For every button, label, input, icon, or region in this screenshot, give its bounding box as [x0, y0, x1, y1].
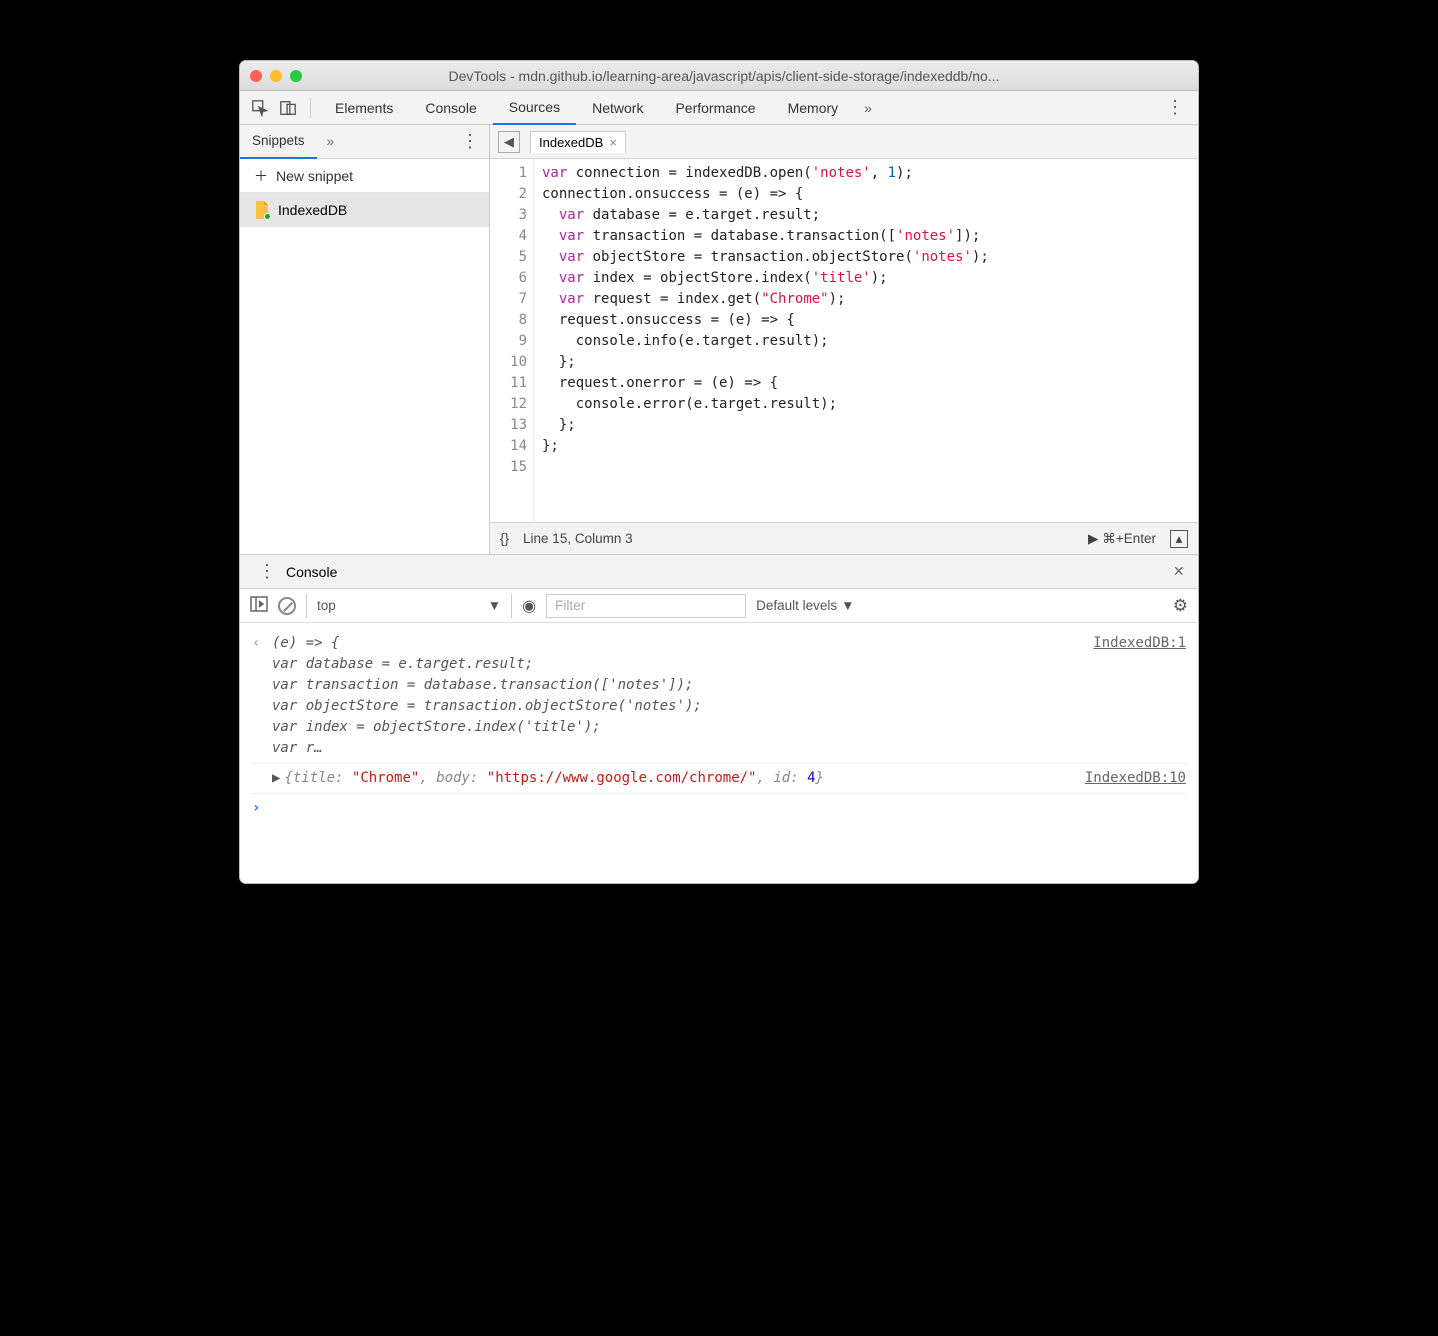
drawer-menu-icon[interactable]: ⋮ — [248, 561, 286, 582]
snippets-tab[interactable]: Snippets — [240, 125, 317, 159]
tab-sources[interactable]: Sources — [493, 91, 576, 125]
device-toggle-icon[interactable] — [274, 94, 302, 122]
zoom-window-button[interactable] — [290, 70, 302, 82]
run-snippet-button[interactable]: ▶ ⌘+Enter — [1088, 531, 1156, 547]
new-snippet-button[interactable]: ＋ New snippet — [240, 159, 489, 193]
log-levels-selector[interactable]: Default levels ▼ — [756, 598, 854, 613]
log-levels-label: Default levels — [756, 598, 837, 613]
nav-back-button[interactable]: ◀ — [498, 131, 520, 153]
play-icon: ▶ — [1088, 531, 1098, 547]
traffic-lights — [250, 70, 302, 82]
code-area[interactable]: var connection = indexedDB.open('notes',… — [534, 159, 1198, 522]
tab-console[interactable]: Console — [409, 91, 492, 125]
drawer-tab-console[interactable]: Console — [286, 564, 337, 580]
navigator-menu-icon[interactable]: ⋮ — [451, 131, 489, 152]
console-messages[interactable]: ‹(e) => { var database = e.target.result… — [240, 623, 1198, 883]
live-expression-icon[interactable]: ◉ — [522, 596, 536, 616]
new-snippet-label: New snippet — [276, 168, 353, 184]
console-settings-icon[interactable]: ⚙ — [1173, 596, 1188, 616]
devtools-window: DevTools - mdn.github.io/learning-area/j… — [239, 60, 1199, 884]
editor-status-bar: {} Line 15, Column 3 ▶ ⌘+Enter ▴ — [490, 522, 1198, 554]
dropdown-icon: ▼ — [841, 598, 854, 613]
run-shortcut-label: ⌘+Enter — [1102, 531, 1156, 547]
titlebar: DevTools - mdn.github.io/learning-area/j… — [240, 61, 1198, 91]
cursor-position: Line 15, Column 3 — [523, 531, 633, 546]
snippet-file-item[interactable]: IndexedDB — [240, 193, 489, 227]
close-tab-icon[interactable]: × — [609, 135, 617, 150]
tab-memory[interactable]: Memory — [772, 91, 855, 125]
snippet-file-label: IndexedDB — [278, 202, 347, 218]
inspect-icon[interactable] — [246, 94, 274, 122]
tab-performance[interactable]: Performance — [659, 91, 771, 125]
window-title: DevTools - mdn.github.io/learning-area/j… — [310, 68, 1188, 84]
editor-file-tab[interactable]: IndexedDB × — [530, 131, 626, 153]
dropdown-icon: ▼ — [488, 598, 501, 613]
tab-elements[interactable]: Elements — [319, 91, 409, 125]
main-tabbar: Elements Console Sources Network Perform… — [240, 91, 1198, 125]
clear-console-icon[interactable] — [278, 597, 296, 615]
plus-icon: ＋ — [254, 166, 268, 186]
editor-tabbar: ◀ IndexedDB × — [490, 125, 1198, 159]
navigator-overflow-icon[interactable]: » — [317, 134, 345, 149]
sources-panel: Snippets » ⋮ ＋ New snippet IndexedDB ◀ — [240, 125, 1198, 555]
unsaved-dot-icon — [264, 213, 271, 220]
editor-file-tab-label: IndexedDB — [539, 135, 603, 150]
code-editor[interactable]: 123456789101112131415 var connection = i… — [490, 159, 1198, 522]
minimize-window-button[interactable] — [270, 70, 282, 82]
toggle-drawer-icon[interactable]: ▴ — [1170, 530, 1188, 548]
filter-placeholder: Filter — [555, 598, 585, 613]
filter-input[interactable]: Filter — [546, 594, 746, 618]
drawer-tabbar: ⋮ Console × — [240, 555, 1198, 589]
main-menu-icon[interactable]: ⋮ — [1158, 97, 1192, 118]
navigator-sidebar: Snippets » ⋮ ＋ New snippet IndexedDB — [240, 125, 490, 554]
tabs-overflow-icon[interactable]: » — [854, 100, 882, 116]
snippet-file-icon — [254, 201, 270, 219]
line-gutter: 123456789101112131415 — [490, 159, 534, 522]
editor-pane: ◀ IndexedDB × 123456789101112131415 var … — [490, 125, 1198, 554]
close-window-button[interactable] — [250, 70, 262, 82]
divider — [310, 98, 311, 118]
tab-network[interactable]: Network — [576, 91, 659, 125]
console-sidebar-toggle-icon[interactable] — [250, 596, 268, 615]
pretty-print-icon[interactable]: {} — [500, 531, 509, 546]
drawer-close-icon[interactable]: × — [1167, 561, 1190, 582]
context-selector[interactable]: top ▼ — [306, 594, 512, 618]
navigator-tabs: Snippets » ⋮ — [240, 125, 489, 159]
console-toolbar: top ▼ ◉ Filter Default levels ▼ ⚙ — [240, 589, 1198, 623]
context-label: top — [317, 598, 336, 613]
